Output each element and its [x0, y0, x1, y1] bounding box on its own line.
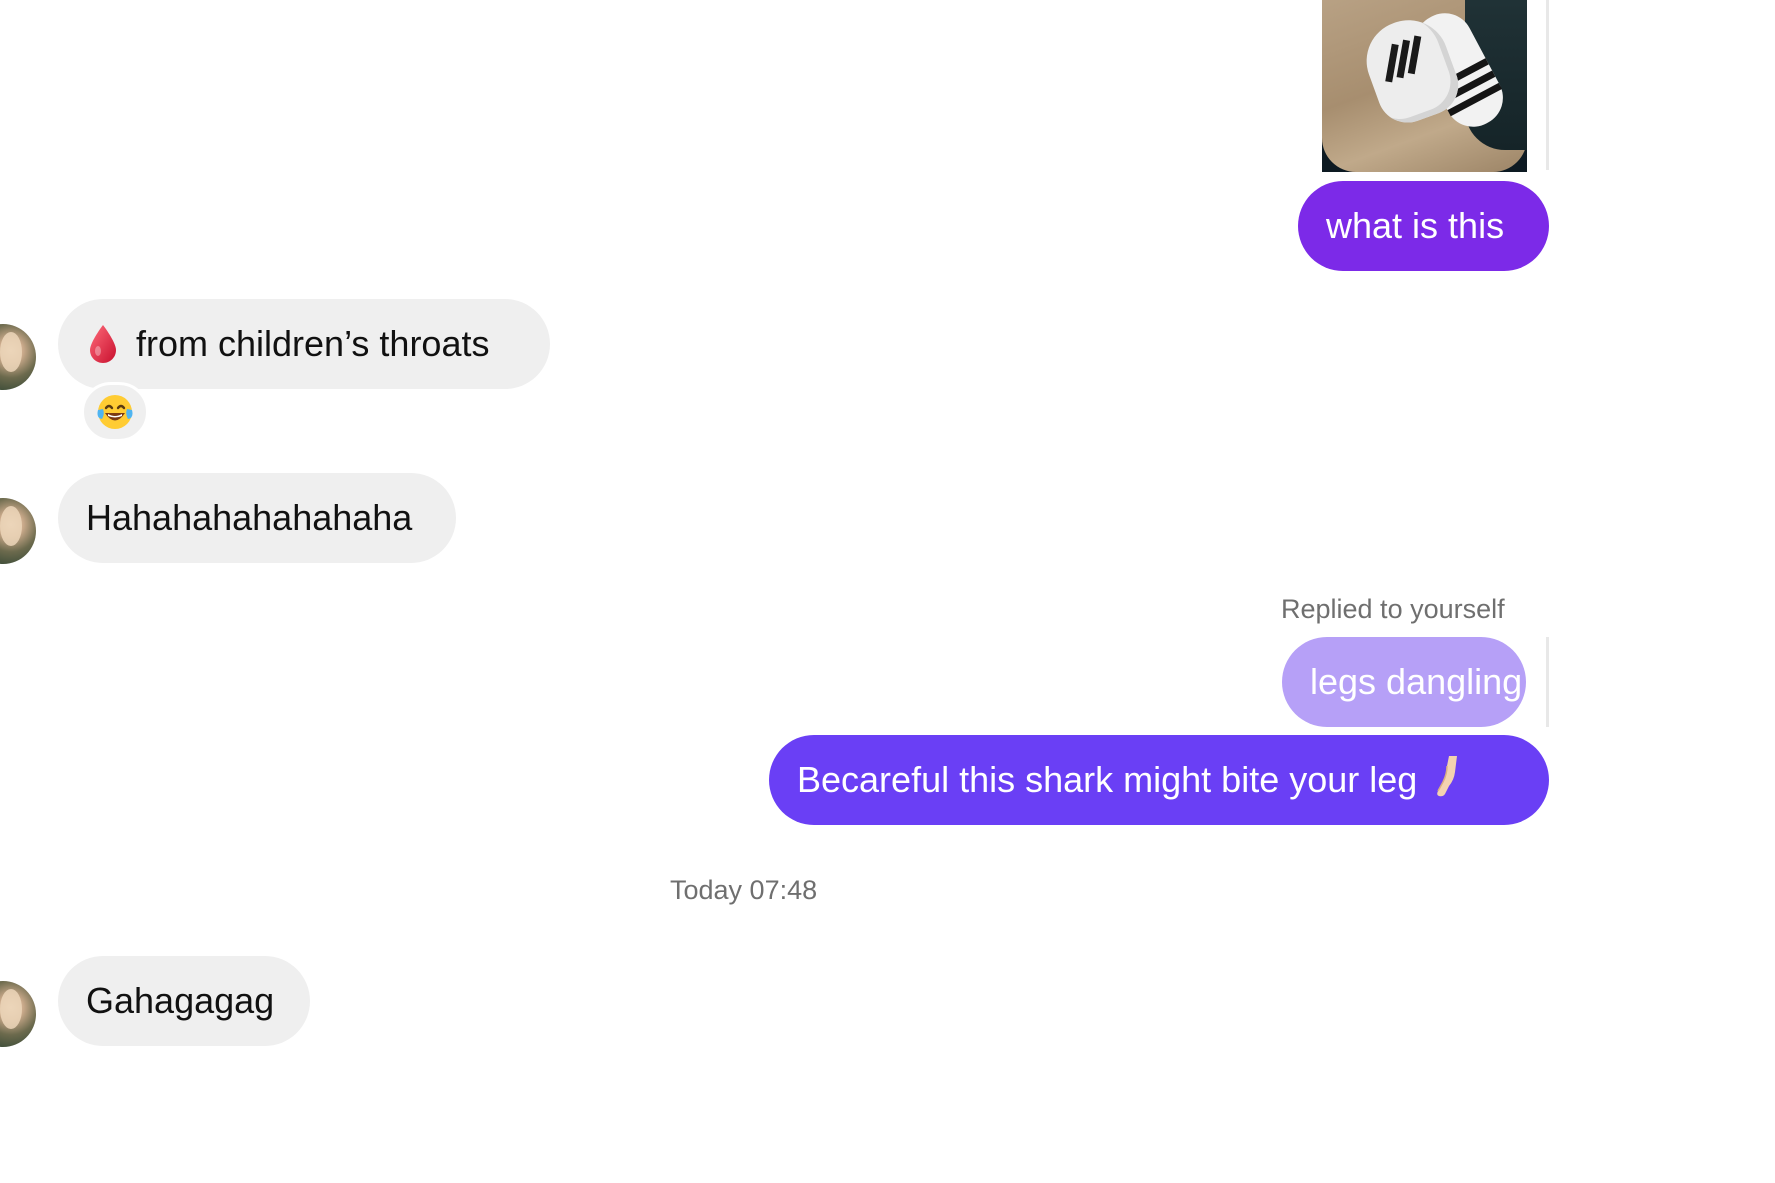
- message-text: Becareful this shark might bite your leg: [797, 759, 1418, 800]
- outgoing-photo[interactable]: [1322, 0, 1527, 172]
- message-text: from children’s throats: [136, 323, 490, 364]
- timestamp-divider: Today 07:48: [670, 875, 818, 905]
- message-text: Gahagagag: [86, 980, 275, 1021]
- incoming-message-bubble[interactable]: from children’s throats: [58, 299, 550, 389]
- message-reaction[interactable]: [81, 382, 149, 442]
- thread-edge-line: [1546, 0, 1549, 170]
- reply-indicator-line: [1546, 637, 1549, 727]
- message-text: what is this: [1326, 205, 1505, 246]
- face-with-tears-of-joy-icon: [97, 395, 133, 429]
- outgoing-message-bubble[interactable]: Becareful this shark might bite your leg: [769, 735, 1549, 825]
- sender-avatar[interactable]: [0, 324, 36, 390]
- drop-of-blood-icon: [88, 324, 118, 364]
- incoming-message-bubble[interactable]: Gahagagag: [58, 956, 310, 1046]
- outgoing-message-bubble[interactable]: what is this: [1298, 181, 1549, 271]
- replied-message-preview[interactable]: legs dangling: [1282, 637, 1526, 727]
- message-text: Hahahahahahahaha: [86, 497, 413, 538]
- message-text: legs dangling: [1310, 661, 1523, 702]
- incoming-message-bubble[interactable]: Hahahahahahahaha: [58, 473, 456, 563]
- sender-avatar[interactable]: [0, 981, 36, 1047]
- leg-icon: [1431, 754, 1465, 807]
- sender-avatar[interactable]: [0, 498, 36, 564]
- chat-thread: what is this from children’s throats Hah…: [0, 0, 1775, 1183]
- reply-context-label: Replied to yourself: [1281, 594, 1505, 624]
